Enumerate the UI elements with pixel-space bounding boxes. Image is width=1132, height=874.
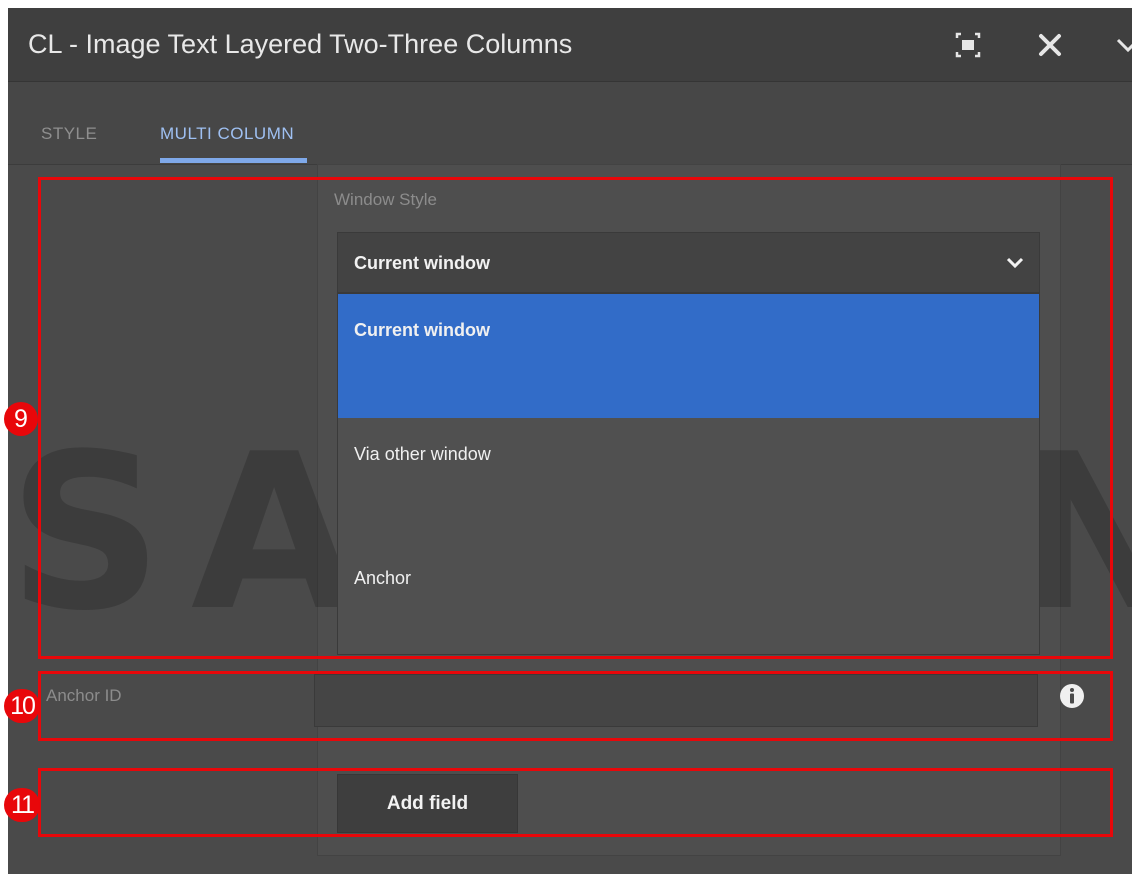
chevron-down-icon[interactable] (1112, 29, 1132, 61)
annotation-badge-11: 11 (4, 788, 40, 822)
annotation-box-9 (38, 177, 1113, 659)
fullscreen-icon[interactable] (952, 29, 984, 61)
tab-style[interactable]: STYLE (41, 82, 97, 164)
annotation-box-10 (38, 671, 1113, 741)
active-tab-indicator (160, 158, 307, 163)
annotation-box-11 (38, 768, 1113, 837)
annotation-badge-9: 9 (4, 402, 38, 436)
tab-bar: STYLE MULTI COLUMN (8, 82, 1132, 165)
dialog-title: CL - Image Text Layered Two-Three Column… (28, 29, 573, 59)
dialog-titlebar: CL - Image Text Layered Two-Three Column… (8, 8, 1132, 82)
annotation-badge-10: 10 (4, 689, 40, 723)
tab-multi-column[interactable]: MULTI COLUMN (160, 82, 294, 164)
close-icon[interactable] (1034, 29, 1066, 61)
